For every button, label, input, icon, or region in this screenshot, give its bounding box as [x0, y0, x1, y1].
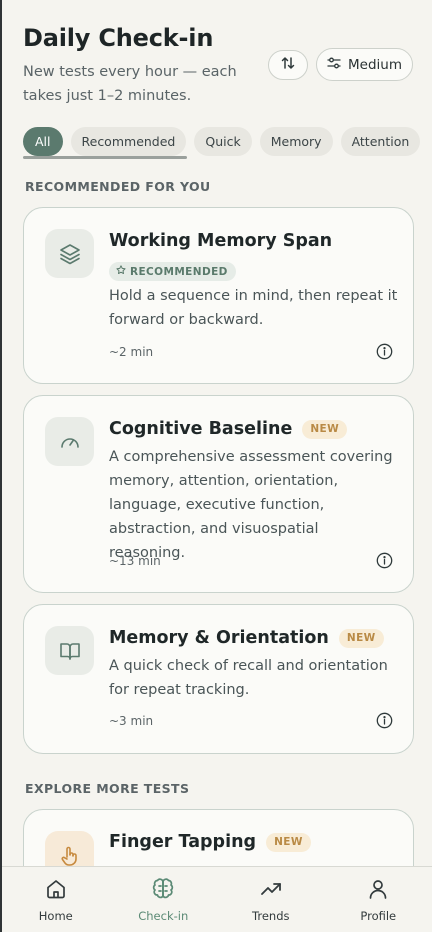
card-title: Working Memory Span [109, 231, 333, 251]
hand-pointer-icon [45, 831, 94, 866]
difficulty-label: Medium [348, 56, 402, 73]
chip-attention[interactable]: Attention [340, 127, 421, 156]
test-card-memory-orientation[interactable]: Memory & Orientation NEW A quick check o… [23, 604, 414, 754]
card-title: Memory & Orientation [109, 628, 329, 648]
nav-checkin[interactable]: Check-in [110, 867, 218, 932]
nav-label: Trends [252, 909, 290, 923]
user-icon [366, 877, 390, 904]
card-description: A comprehensive assessment covering memo… [109, 449, 393, 561]
chip-all[interactable]: All [23, 127, 63, 156]
page-subtitle: New tests every hour — each takes just 1… [23, 64, 237, 104]
difficulty-filter-button[interactable]: Medium [316, 48, 413, 81]
filter-chips: All Recommended Quick Memory Attention [23, 127, 421, 156]
info-icon[interactable] [375, 711, 393, 729]
chip-quick[interactable]: Quick [194, 127, 252, 156]
card-description: A quick check of recall and orientation … [109, 658, 388, 698]
nav-label: Home [38, 909, 73, 923]
page-title: Daily Check-in [23, 24, 214, 52]
new-badge: NEW [302, 419, 348, 439]
chip-memory[interactable]: Memory [259, 127, 333, 156]
section-explore-label: EXPLORE MORE TESTS [25, 781, 190, 796]
card-duration: ~3 min [109, 714, 154, 728]
nav-home[interactable]: Home [2, 867, 110, 932]
nav-trends[interactable]: Trends [217, 867, 325, 932]
sort-icon [280, 55, 296, 75]
chips-scrollbar[interactable] [23, 156, 187, 159]
card-duration: ~2 min [109, 345, 154, 359]
test-card-finger-tapping[interactable]: Finger Tapping NEW [23, 809, 414, 866]
sort-button[interactable] [268, 50, 308, 80]
nav-label: Check-in [138, 909, 189, 923]
card-description: Hold a sequence in mind, then repeat it … [109, 288, 398, 328]
chip-recommended[interactable]: Recommended [70, 127, 187, 156]
checkin-screen: Daily Check-in New tests every hour — ea… [2, 0, 432, 866]
card-duration: ~13 min [109, 554, 161, 568]
info-icon[interactable] [375, 342, 393, 360]
info-icon[interactable] [375, 551, 393, 569]
sliders-icon [327, 57, 341, 73]
new-badge: NEW [338, 628, 384, 648]
layers-icon [45, 229, 94, 278]
test-card-working-memory[interactable]: Working Memory Span RECOMMENDED Hold a s… [23, 207, 414, 384]
new-badge: NEW [266, 832, 311, 852]
card-title: Finger Tapping [109, 832, 257, 852]
home-icon [44, 877, 68, 904]
brain-icon [151, 877, 175, 904]
gauge-icon [45, 417, 94, 466]
recommended-badge: RECOMMENDED [109, 262, 236, 281]
test-card-cognitive-baseline[interactable]: Cognitive Baseline NEW A comprehensive a… [23, 395, 414, 593]
section-recommended-label: RECOMMENDED FOR YOU [25, 179, 211, 194]
trend-icon [259, 877, 283, 904]
card-title: Cognitive Baseline [109, 419, 293, 439]
book-icon [45, 626, 94, 675]
bottom-nav: Home Check-in Trends Profile [2, 866, 432, 932]
star-icon [116, 265, 126, 278]
nav-label: Profile [360, 909, 397, 923]
nav-profile[interactable]: Profile [325, 867, 432, 932]
